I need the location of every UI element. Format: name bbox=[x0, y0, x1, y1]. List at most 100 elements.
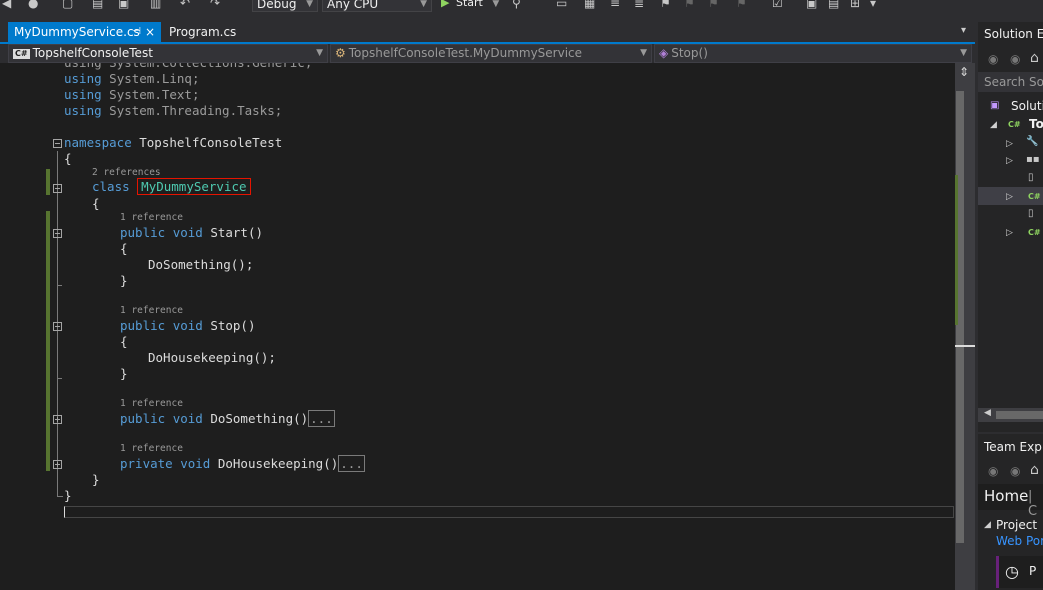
config-select[interactable]: Debug ▼ bbox=[252, 0, 318, 12]
scroll-left-icon[interactable]: ◀ bbox=[984, 408, 991, 418]
chevron-right-icon[interactable]: ▷ bbox=[1006, 156, 1013, 166]
class-name-highlight[interactable]: MyDummyService bbox=[137, 178, 251, 195]
collapse-stop-icon[interactable] bbox=[53, 322, 62, 331]
codelens-references[interactable]: 2 references bbox=[92, 168, 161, 178]
expand-dohousekeeping-icon[interactable] bbox=[53, 460, 62, 469]
expand-dosomething-icon[interactable] bbox=[53, 415, 62, 424]
bookmark-icon[interactable]: ⚑ bbox=[660, 0, 671, 10]
back-icon[interactable]: ◀ bbox=[2, 0, 11, 10]
outdent-icon[interactable]: ≡ bbox=[610, 0, 620, 10]
code-line: using System.Threading.Tasks; bbox=[64, 103, 282, 119]
method-icon: ◈ bbox=[659, 46, 669, 60]
home-icon[interactable]: ⌂ bbox=[1030, 50, 1039, 66]
pending-changes-tile[interactable]: ◷ P bbox=[996, 556, 1043, 588]
method-name: Stop() bbox=[202, 318, 256, 333]
keyword: public bbox=[120, 225, 166, 240]
save-all-icon[interactable]: ▥ bbox=[150, 0, 161, 10]
new-project-icon[interactable]: ▢ bbox=[62, 0, 73, 10]
horizontal-scrollbar[interactable]: ◀ bbox=[978, 408, 1043, 422]
chevron-down-icon: ▼ bbox=[492, 0, 500, 9]
comment-icon[interactable]: ☑ bbox=[772, 0, 783, 10]
tab-label: MyDummyService.cs bbox=[14, 25, 140, 39]
code-line: } bbox=[64, 488, 72, 503]
keyword: public bbox=[120, 411, 166, 426]
home-icon[interactable]: ⌂ bbox=[1030, 462, 1039, 478]
tab-overflow-icon[interactable]: ▾ bbox=[961, 25, 966, 36]
forward-icon[interactable]: ◉ bbox=[1010, 464, 1020, 478]
back-icon[interactable]: ◉ bbox=[988, 464, 998, 478]
codelens-references[interactable]: 1 reference bbox=[120, 399, 183, 409]
toolbar: ◀ ● ▢ ▤ ▣ ▥ ↶ ↷ Debug ▼ Any CPU ▼ ▶ Start … bbox=[0, 0, 1043, 18]
collapsed-region[interactable]: ... bbox=[308, 410, 335, 427]
csharp-project-icon: C# bbox=[13, 48, 30, 59]
solution-search-input[interactable]: Search Solu bbox=[978, 72, 1043, 92]
close-icon[interactable]: × bbox=[145, 22, 155, 42]
redo-icon[interactable]: ↷ bbox=[210, 0, 220, 10]
chevron-right-icon[interactable]: ▷ bbox=[1006, 192, 1013, 202]
split-icon[interactable]: ⇕ bbox=[959, 65, 969, 79]
undo-icon[interactable]: ↶ bbox=[180, 0, 190, 10]
codelens-references[interactable]: 1 reference bbox=[120, 444, 183, 454]
code-text: System.Linq; bbox=[101, 71, 200, 86]
collapse-start-icon[interactable] bbox=[53, 229, 62, 238]
chevron-down-icon: ▼ bbox=[420, 0, 427, 9]
clock-icon: ◷ bbox=[1005, 562, 1019, 581]
type-dropdown[interactable]: ⚙ TopshelfConsoleTest.MyDummyService ▼ bbox=[330, 44, 652, 63]
tree-item-solution[interactable]: Solutio bbox=[1011, 99, 1043, 113]
tile-label: P bbox=[1029, 564, 1037, 578]
codelens-references[interactable]: 1 reference bbox=[120, 306, 183, 316]
uncomment-icon[interactable]: ▣ bbox=[806, 0, 817, 10]
chevron-right-icon[interactable]: ▷ bbox=[1006, 228, 1013, 238]
forward-icon[interactable]: ◉ bbox=[1010, 52, 1020, 66]
web-portal-link[interactable]: Web Por bbox=[996, 534, 1043, 548]
home-connect-link[interactable]: | C bbox=[1028, 489, 1043, 519]
format-icon[interactable]: ▦ bbox=[584, 0, 595, 10]
chevron-down-icon[interactable]: ◢ bbox=[984, 520, 991, 530]
code-line: public void Start() bbox=[120, 225, 263, 241]
csharp-file-icon: C# bbox=[1028, 192, 1041, 201]
team-explorer-header: Home | C bbox=[978, 484, 1043, 519]
document-tabs: MyDummyService.cs ⊣ × Program.cs ▾ bbox=[0, 22, 975, 42]
tree-item-project[interactable]: To bbox=[1029, 117, 1043, 131]
code-line: } bbox=[92, 472, 100, 487]
next-bookmark-icon[interactable]: ⚑ bbox=[708, 0, 719, 10]
layout-icon[interactable]: ▭ bbox=[556, 0, 567, 10]
member-dropdown[interactable]: ◈ Stop() ▼ bbox=[654, 44, 972, 63]
project-dropdown[interactable]: C# TopshelfConsoleTest ▼ bbox=[8, 44, 328, 63]
scroll-change-marker bbox=[955, 175, 958, 325]
start-button[interactable]: ▶ Start ▼ bbox=[441, 0, 499, 12]
clear-bookmark-icon[interactable]: ⚑ bbox=[736, 0, 747, 10]
back-icon[interactable]: ◉ bbox=[988, 52, 998, 66]
prev-bookmark-icon[interactable]: ⚑ bbox=[684, 0, 695, 10]
find-icon[interactable]: ⚲ bbox=[512, 0, 521, 10]
code-editor[interactable]: using System.Collections.Generic; using … bbox=[0, 63, 955, 590]
open-file-icon[interactable]: ▤ bbox=[92, 0, 103, 10]
chevron-right-icon[interactable]: ▷ bbox=[1006, 139, 1013, 149]
scrollbar-thumb[interactable] bbox=[996, 411, 1043, 419]
platform-select[interactable]: Any CPU ▼ bbox=[322, 0, 432, 12]
wrench-icon: 🔧 bbox=[1026, 136, 1039, 147]
collapse-namespace-icon[interactable] bbox=[53, 139, 62, 148]
home-title[interactable]: Home bbox=[984, 487, 1028, 505]
outline-guide bbox=[57, 378, 62, 379]
save-icon[interactable]: ▣ bbox=[118, 0, 129, 10]
tab-program[interactable]: Program.cs bbox=[163, 22, 243, 42]
tab-mydummyservice[interactable]: MyDummyService.cs ⊣ × bbox=[8, 22, 161, 42]
collapse-class-icon[interactable] bbox=[53, 184, 62, 193]
indent-icon[interactable]: ≣ bbox=[634, 0, 644, 10]
outline-guide bbox=[57, 285, 62, 286]
keyword: public bbox=[120, 318, 166, 333]
code-line: } bbox=[120, 273, 128, 288]
chevron-down-icon[interactable]: ◢ bbox=[990, 120, 997, 130]
project-section-header[interactable]: Project bbox=[996, 518, 1037, 532]
code-line: using System.Text; bbox=[64, 87, 199, 103]
toolbox-icon[interactable]: ▤ bbox=[828, 0, 839, 10]
codelens-references[interactable]: 1 reference bbox=[120, 213, 183, 223]
extensions-icon[interactable]: ⊞ bbox=[850, 0, 860, 10]
forward-icon[interactable]: ● bbox=[28, 0, 38, 10]
code-line: class MyDummyService bbox=[92, 178, 251, 195]
editor-scrollbar[interactable]: ⇕ bbox=[955, 63, 975, 590]
toolbar-options-icon[interactable]: ▾ bbox=[870, 0, 876, 10]
collapsed-region[interactable]: ... bbox=[338, 455, 365, 472]
pin-icon[interactable]: ⊣ bbox=[132, 22, 141, 42]
